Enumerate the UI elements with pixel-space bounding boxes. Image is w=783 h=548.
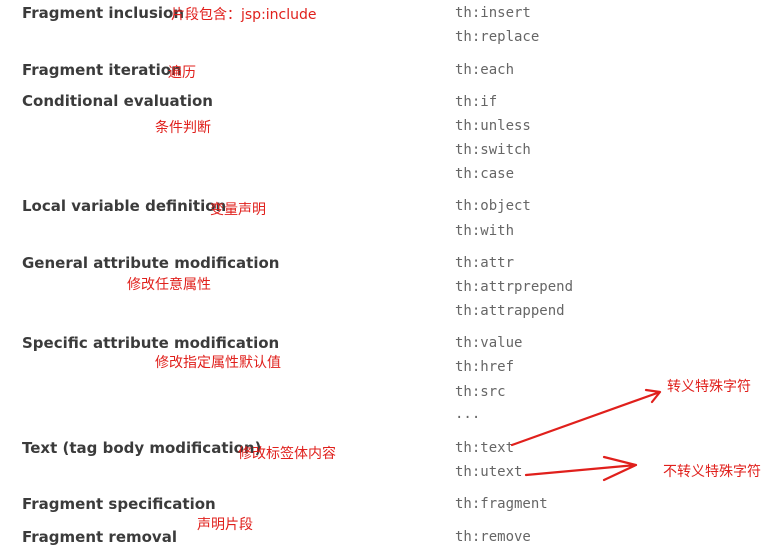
annotation-arrows	[510, 388, 662, 482]
escape-arrow	[510, 388, 662, 447]
page: { "rows": [ {"feature": "Fragment inclus…	[0, 0, 783, 548]
no-escape-arrow	[524, 455, 638, 482]
